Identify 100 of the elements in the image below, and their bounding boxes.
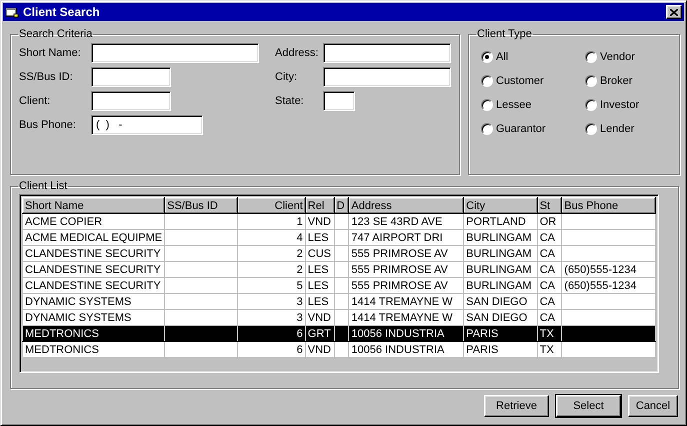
table-cell: 1414 TREMAYNE W	[351, 296, 452, 308]
close-button[interactable]	[666, 5, 682, 19]
table-row[interactable]: ACME COPIER 1 VND 123 SE 43RD AVE PORTLAND OR	[22, 214, 656, 230]
field-label: State:	[274, 95, 305, 107]
table-cell: LES	[308, 296, 329, 308]
radio-button[interactable]	[481, 51, 493, 63]
table-row[interactable]: MEDTRONICS 6 GRT 10056 INDUSTRIA PARIS TX	[22, 326, 656, 342]
input-field[interactable]	[323, 43, 451, 63]
table-cell: SAN DIEGO	[466, 312, 528, 324]
field-label: City:	[274, 71, 298, 83]
table-cell: BURLINGAM	[466, 232, 532, 244]
input-field[interactable]	[91, 91, 171, 111]
table-row[interactable]: DYNAMIC SYSTEMS 3 VND 1414 TREMAYNE W SAN DIEGO CA	[22, 310, 656, 326]
table-cell: LES	[308, 280, 329, 292]
field-label: Bus Phone:	[19, 119, 77, 131]
table-cell: SAN DIEGO	[466, 296, 528, 308]
table-cell: 747 AIRPORT DRI	[351, 232, 443, 244]
column-header[interactable]: SS/Bus ID	[164, 198, 238, 214]
table-cell: CUS	[308, 248, 332, 260]
table-cell: BURLINGAM	[466, 264, 532, 276]
close-icon	[670, 8, 678, 16]
window-title: Client Search	[23, 5, 100, 19]
dialog-button[interactable]: Select	[556, 395, 621, 417]
column-header[interactable]: Client	[237, 198, 306, 214]
radio-label[interactable]: Guarantor	[496, 123, 546, 135]
input-field[interactable]	[323, 67, 451, 87]
input-field[interactable]	[91, 43, 259, 63]
field-label: Short Name:	[19, 47, 82, 59]
table-cell: 123 SE 43RD AVE	[351, 216, 442, 228]
field-label: Client:	[19, 95, 52, 107]
table-cell: 1414 TREMAYNE W	[351, 312, 452, 324]
table-cell: 1	[296, 216, 303, 228]
table-cell: 3	[296, 312, 303, 324]
table-cell: CLANDESTINE SECURITY	[25, 264, 161, 276]
table-cell: CA	[540, 264, 555, 276]
table-row[interactable]: CLANDESTINE SECURITY 2 LES 555 PRIMROSE AV BURLINGAM CA (650)555-1234	[22, 262, 656, 278]
radio-button[interactable]	[481, 99, 493, 111]
radio-label[interactable]: Lessee	[496, 99, 532, 111]
column-header[interactable]: Rel	[305, 198, 334, 214]
table-cell: BURLINGAM	[466, 280, 532, 292]
dialog-button[interactable]: Retrieve	[484, 395, 549, 417]
table-cell: 555 PRIMROSE AV	[351, 264, 448, 276]
table-cell: (650)555-1234	[564, 264, 636, 276]
group-title: Search Criteria	[18, 28, 94, 40]
table-cell: PARIS	[466, 328, 498, 340]
input-field[interactable]: ( ) -	[91, 115, 203, 135]
table-cell: 555 PRIMROSE AV	[351, 248, 448, 260]
input-field[interactable]	[91, 67, 171, 87]
table-cell: 10056 INDUSTRIA	[351, 344, 444, 356]
table-cell: CA	[540, 312, 555, 324]
column-header[interactable]: St	[537, 198, 562, 214]
table-cell: 5	[296, 280, 303, 292]
column-header[interactable]: Short Name	[22, 198, 165, 214]
table-cell: VND	[308, 216, 332, 228]
column-header[interactable]: Address	[348, 198, 464, 214]
table-cell: TX	[540, 344, 554, 356]
table-cell: BURLINGAM	[466, 248, 532, 260]
radio-label[interactable]: Customer	[496, 75, 544, 87]
radio-label[interactable]: Broker	[600, 75, 632, 87]
table-row[interactable]: DYNAMIC SYSTEMS 3 LES 1414 TREMAYNE W SAN DIEGO CA	[22, 294, 656, 310]
radio-button[interactable]	[585, 123, 597, 135]
group-title: Client Type	[476, 28, 533, 40]
table-cell: CA	[540, 248, 555, 260]
dialog-button[interactable]: Cancel	[628, 395, 678, 417]
table-row[interactable]: MEDTRONICS 6 VND 10056 INDUSTRIA PARIS TX	[22, 342, 656, 358]
radio-label[interactable]: Lender	[600, 123, 634, 135]
input-field[interactable]	[323, 91, 355, 111]
table-cell: LES	[308, 264, 329, 276]
radio-button[interactable]	[585, 51, 597, 63]
column-header[interactable]: Bus Phone	[562, 198, 656, 214]
radio-label[interactable]: All	[496, 51, 508, 63]
table-cell: TX	[540, 328, 554, 340]
table-row[interactable]: CLANDESTINE SECURITY 5 LES 555 PRIMROSE AV BURLINGAM CA (650)555-1234	[22, 278, 656, 294]
radio-button[interactable]	[481, 75, 493, 87]
table-cell: DYNAMIC SYSTEMS	[25, 296, 132, 308]
radio-label[interactable]: Vendor	[600, 51, 635, 63]
table-cell: ACME COPIER	[25, 216, 102, 228]
field-label: SS/Bus ID:	[19, 71, 74, 83]
radio-button[interactable]	[585, 75, 597, 87]
table-cell: MEDTRONICS	[25, 328, 99, 340]
radio-button[interactable]	[481, 123, 493, 135]
table-cell: 555 PRIMROSE AV	[351, 280, 448, 292]
table-cell: OR	[540, 216, 556, 228]
column-header[interactable]: City	[464, 198, 538, 214]
table-cell: 2	[296, 248, 303, 260]
group-title: Client List	[18, 180, 68, 192]
table-cell: CA	[540, 232, 555, 244]
radio-label[interactable]: Investor	[600, 99, 640, 111]
table-row[interactable]: CLANDESTINE SECURITY 2 CUS 555 PRIMROSE AV BURLINGAM CA	[22, 246, 656, 262]
table-cell: 2	[296, 264, 303, 276]
table-cell: DYNAMIC SYSTEMS	[25, 312, 132, 324]
table-cell: CLANDESTINE SECURITY	[25, 248, 161, 260]
window-icon	[5, 6, 19, 18]
table-cell: CA	[540, 296, 555, 308]
table-cell: LES	[308, 232, 329, 244]
table-cell: CLANDESTINE SECURITY	[25, 280, 161, 292]
table-cell: 10056 INDUSTRIA	[351, 328, 444, 340]
radio-button[interactable]	[585, 99, 597, 111]
table-row[interactable]: ACME MEDICAL EQUIPME 4 LES 747 AIRPORT DRI BURLINGAM CA	[22, 230, 656, 246]
column-header[interactable]: D	[334, 198, 349, 214]
